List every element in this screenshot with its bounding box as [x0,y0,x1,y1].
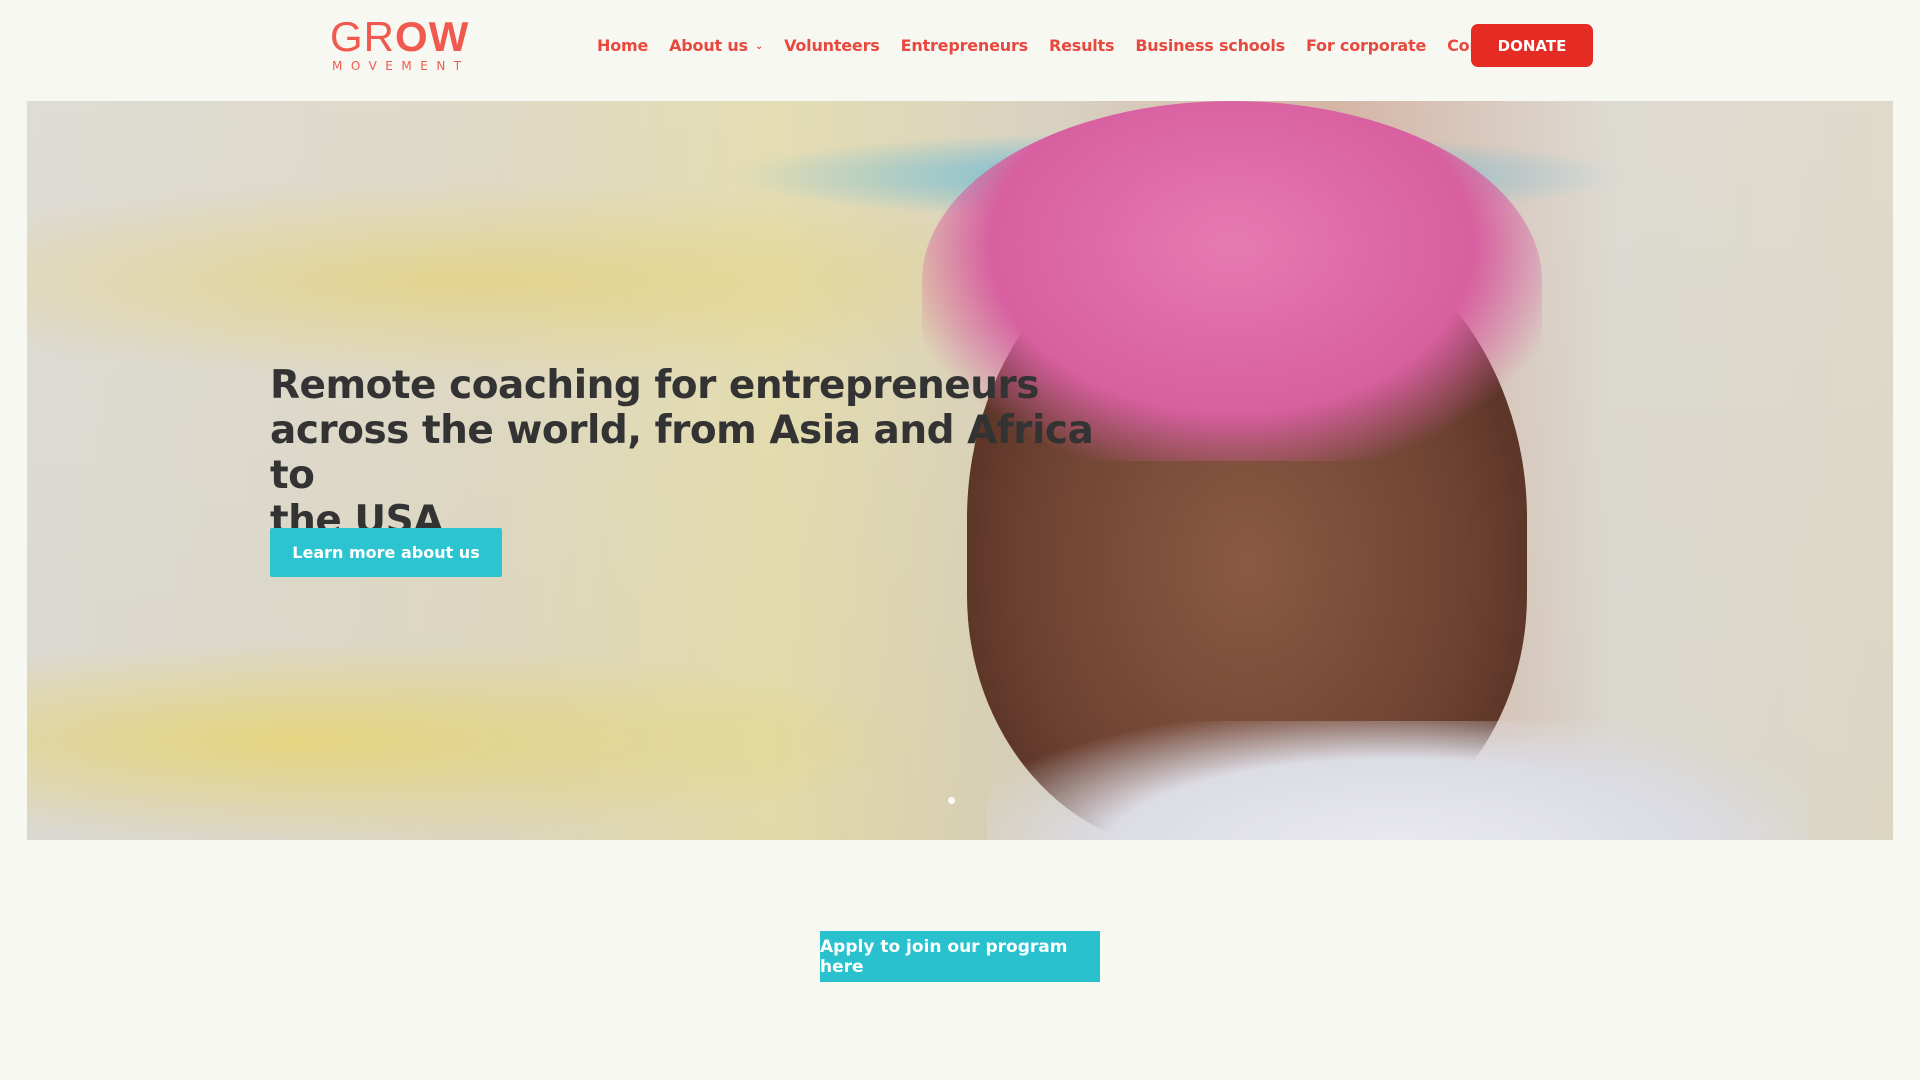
nav-item-volunteers[interactable]: Volunteers [784,36,880,55]
nav-item-results[interactable]: Results [1049,36,1115,55]
grow-movement-logo[interactable]: GROW MOVEMENT [330,16,470,74]
chevron-down-icon: ⌄ [754,40,764,52]
donate-button[interactable]: DONATE [1471,24,1593,67]
logo-wordmark: GROW [330,13,470,60]
nav-item-label: About us [669,35,748,55]
nav-item-for-corporate[interactable]: For corporate [1306,36,1426,55]
nav-item-entrepreneurs[interactable]: Entrepreneurs [901,36,1029,55]
hero-title: Remote coaching for entrepreneurs across… [270,363,1130,543]
nav-item-home[interactable]: Home [597,36,648,55]
main-navigation: Home About us ⌄ Volunteers Entrepreneurs… [597,35,1562,55]
hero-portrait-shirt [987,721,1807,840]
site-header: GROW MOVEMENT Home About us ⌄ Volunteers… [0,0,1920,100]
apply-program-button[interactable]: Apply to join our program here [820,931,1100,982]
hero-title-line: across the world, from Asia and Africa t… [270,408,1094,498]
slider-pagination [948,797,955,804]
nav-item-business-schools[interactable]: Business schools [1135,36,1285,55]
nav-item-about-us[interactable]: About us ⌄ [669,36,763,55]
hero-title-line: Remote coaching for entrepreneurs [270,363,1039,408]
dot-icon[interactable] [948,797,955,804]
hero-slider: Remote coaching for entrepreneurs across… [27,101,1893,840]
logo-subtitle: MOVEMENT [332,59,470,73]
learn-more-button[interactable]: Learn more about us [270,528,502,577]
hero-background-paint [27,641,927,840]
